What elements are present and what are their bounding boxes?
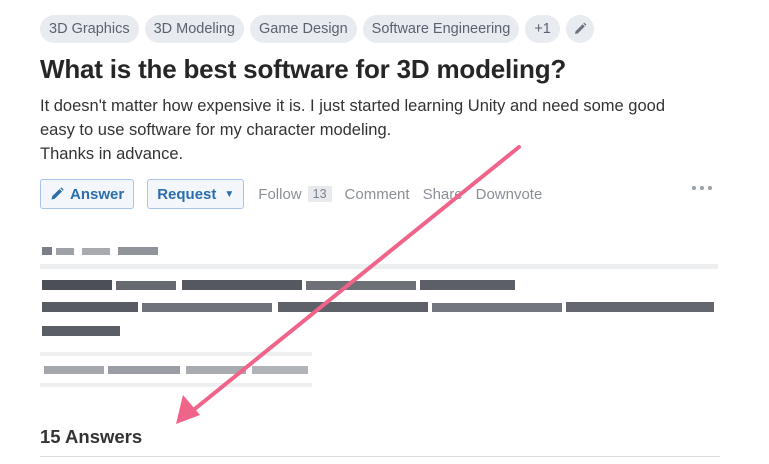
arrow-icon: [176, 145, 521, 424]
question-page: 3D Graphics 3D Modeling Game Design Soft…: [0, 0, 769, 464]
